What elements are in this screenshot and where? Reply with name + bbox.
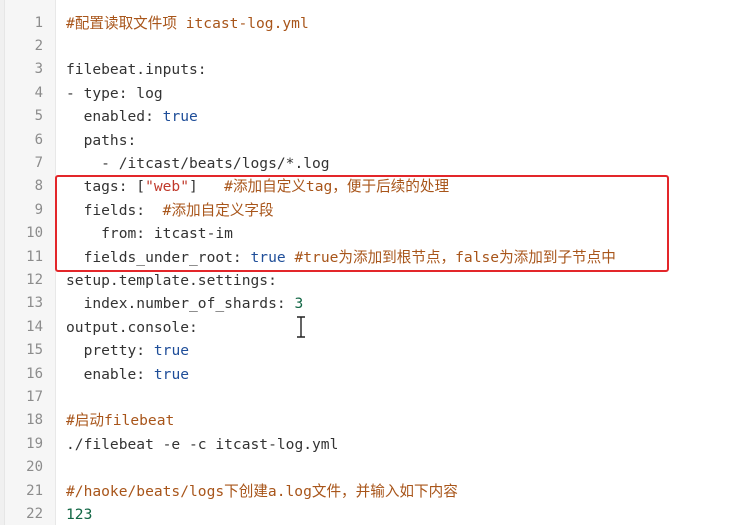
code-line[interactable]: 11 fields_under_root: true #true为添加到根节点，… — [0, 246, 739, 269]
code-comment: #启动filebeat — [66, 412, 175, 430]
code-editor[interactable]: 1 #配置读取文件项 itcast-log.yml 2 3 filebeat.input… — [0, 0, 739, 525]
code-line[interactable]: 10 from: itcast-im — [0, 222, 739, 245]
line-code[interactable]: output.console: — [66, 316, 198, 339]
line-code[interactable]: 123 — [66, 503, 92, 525]
code-line[interactable]: 6 paths: — [0, 129, 739, 152]
code-token: from: — [66, 225, 154, 243]
code-token: itcast-im — [153, 225, 233, 243]
code-token: true — [162, 108, 198, 126]
code-token: index.number_of_shards: — [66, 295, 295, 313]
code-line[interactable]: 1 #配置读取文件项 itcast-log.yml — [0, 12, 739, 35]
code-line[interactable]: 17 — [0, 386, 739, 409]
text-cursor-icon — [297, 316, 305, 338]
code-token: fields: — [66, 201, 163, 219]
code-token: enable: — [66, 365, 154, 383]
code-line[interactable]: 16 enable: true — [0, 363, 739, 386]
code-token: log — [136, 84, 163, 102]
code-token: pretty: — [66, 342, 154, 360]
code-line[interactable]: 20 — [0, 456, 739, 479]
code-token: true — [153, 365, 190, 383]
line-code[interactable]: enable: true — [66, 363, 189, 386]
code-line[interactable]: 12 setup.template.settings: — [0, 269, 739, 292]
line-code[interactable]: #启动filebeat — [66, 409, 174, 432]
code-line[interactable]: 5 enabled: true — [0, 105, 739, 128]
line-code[interactable]: pretty: true — [66, 339, 189, 362]
code-line[interactable]: 19 ./filebeat -e -c itcast-log.yml — [0, 433, 739, 456]
line-number: 2 — [34, 37, 43, 54]
code-line[interactable]: 18 #启动filebeat — [0, 409, 739, 432]
line-number: 8 — [34, 178, 43, 195]
code-token: fields_under_root: — [66, 248, 251, 266]
line-code[interactable]: setup.template.settings: — [66, 269, 277, 292]
code-token: true — [250, 248, 286, 266]
code-line[interactable]: 2 — [0, 35, 739, 58]
line-code[interactable]: - type: log — [66, 82, 163, 105]
line-code[interactable]: filebeat.inputs: — [66, 58, 207, 81]
code-token: "web" — [145, 178, 190, 196]
line-number: 15 — [26, 342, 43, 359]
line-number: 16 — [26, 365, 43, 382]
line-number: 17 — [26, 388, 43, 405]
code-line[interactable]: 21 #/haoke/beats/logs下创建a.log文件，并输入如下内容 — [0, 480, 739, 503]
line-number: 3 — [34, 61, 43, 78]
code-comment: #配置读取文件项 itcast-log.yml — [66, 14, 309, 32]
line-number: 4 — [34, 84, 43, 101]
code-token: 3 — [294, 295, 304, 313]
code-token: filebeat.inputs: — [66, 61, 207, 79]
code-line[interactable]: 22 123 — [0, 503, 739, 525]
code-line[interactable]: 15 pretty: true — [0, 339, 739, 362]
code-token: paths: — [66, 131, 137, 149]
line-code[interactable]: #配置读取文件项 itcast-log.yml — [66, 12, 309, 35]
code-token: - type: — [66, 84, 137, 102]
line-code[interactable]: index.number_of_shards: 3 — [66, 292, 304, 315]
code-line[interactable]: 14 output.console: — [0, 316, 739, 339]
line-number: 1 — [34, 14, 43, 31]
code-token: true — [153, 342, 190, 360]
line-number: 22 — [26, 505, 43, 522]
code-comment: #添加自定义字段 — [162, 201, 274, 219]
line-code[interactable]: ./filebeat -e -c itcast-log.yml — [66, 433, 338, 456]
line-number: 12 — [26, 271, 43, 288]
code-token: enabled: — [66, 108, 163, 126]
code-line[interactable]: 9 fields: #添加自定义字段 — [0, 199, 739, 222]
line-number: 7 — [34, 154, 43, 171]
line-number: 18 — [26, 412, 43, 429]
line-code[interactable]: tags: ["web"] #添加自定义tag，便于后续的处理 — [66, 175, 449, 198]
code-token: ] — [189, 178, 225, 196]
line-number: 20 — [26, 459, 43, 476]
line-number: 11 — [26, 248, 43, 265]
code-comment: #true为添加到根节点，false为添加到子节点中 — [294, 248, 616, 266]
code-token: setup.template.settings: — [66, 271, 277, 289]
line-number: 21 — [26, 482, 43, 499]
line-code[interactable]: - /itcast/beats/logs/*.log — [66, 152, 330, 175]
code-token: output.console: — [66, 318, 198, 336]
line-code[interactable]: enabled: true — [66, 105, 198, 128]
line-code[interactable]: #/haoke/beats/logs下创建a.log文件，并输入如下内容 — [66, 480, 458, 503]
code-line[interactable]: 3 filebeat.inputs: — [0, 58, 739, 81]
code-line[interactable]: 8 tags: ["web"] #添加自定义tag，便于后续的处理 — [0, 175, 739, 198]
code-token: tags: [ — [66, 178, 146, 196]
line-code[interactable]: from: itcast-im — [66, 222, 233, 245]
code-line[interactable]: 13 index.number_of_shards: 3 — [0, 292, 739, 315]
code-line[interactable]: 4 - type: log — [0, 82, 739, 105]
code-token: - /itcast/beats/logs/*.log — [66, 154, 330, 172]
code-comment: #添加自定义tag，便于后续的处理 — [224, 178, 450, 196]
line-number: 5 — [34, 108, 43, 125]
line-number: 13 — [26, 295, 43, 312]
line-code[interactable]: fields: #添加自定义字段 — [66, 199, 274, 222]
code-line[interactable]: 7 - /itcast/beats/logs/*.log — [0, 152, 739, 175]
line-number: 6 — [34, 131, 43, 148]
code-token: 123 — [66, 505, 93, 523]
code-token: ./filebeat -e -c itcast-log.yml — [66, 435, 339, 453]
line-number: 10 — [26, 225, 43, 242]
line-number: 9 — [34, 201, 43, 218]
line-number: 14 — [26, 318, 43, 335]
code-comment: #/haoke/beats/logs下创建a.log文件，并输入如下内容 — [66, 482, 458, 500]
line-code[interactable]: fields_under_root: true #true为添加到根节点，fal… — [66, 246, 616, 269]
line-number: 19 — [26, 435, 43, 452]
line-code[interactable]: paths: — [66, 129, 137, 152]
